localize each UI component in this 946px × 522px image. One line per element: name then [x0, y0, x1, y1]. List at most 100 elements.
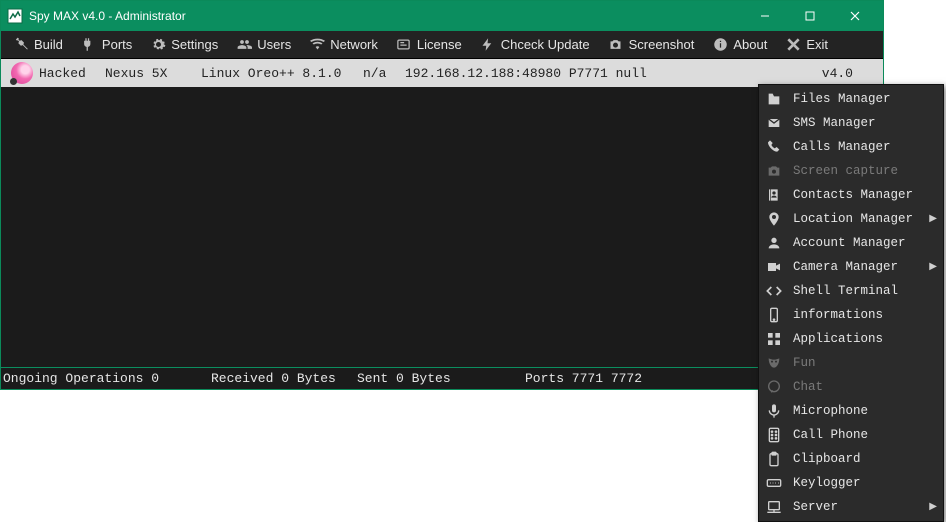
- contact-icon: [765, 186, 783, 204]
- menu-item-label: Call Phone: [793, 428, 868, 442]
- menu-item-clipboard[interactable]: Clipboard: [759, 447, 943, 471]
- device-model: Nexus 5X: [105, 66, 195, 81]
- toolbar-settings[interactable]: Settings: [142, 34, 226, 56]
- toolbar-label: Chceck Update: [501, 37, 590, 52]
- location-icon: [765, 210, 783, 228]
- menu-item-screen-capture: Screen capture: [759, 159, 943, 183]
- toolbar-network[interactable]: Network: [301, 34, 386, 56]
- toolbar-label: About: [733, 37, 767, 52]
- menu-item-chat: Chat: [759, 375, 943, 399]
- toolbar-label: Ports: [102, 37, 132, 52]
- device-icon: [765, 306, 783, 324]
- camera-icon: [608, 37, 624, 53]
- menu-item-label: Files Manager: [793, 92, 891, 106]
- device-list: Hacked Nexus 5X Linux Oreo++ 8.1.0 n/a 1…: [1, 59, 883, 87]
- device-os: Linux Oreo++ 8.1.0: [201, 66, 357, 81]
- menu-item-label: Shell Terminal: [793, 284, 898, 298]
- menu-item-contacts-manager[interactable]: Contacts Manager: [759, 183, 943, 207]
- menu-item-call-phone[interactable]: Call Phone: [759, 423, 943, 447]
- maximize-button[interactable]: [787, 1, 832, 31]
- menu-item-applications[interactable]: Applications: [759, 327, 943, 351]
- menu-item-camera-manager[interactable]: Camera Manager▶: [759, 255, 943, 279]
- toolbar-build[interactable]: Build: [5, 34, 71, 56]
- menu-item-fun: Fun: [759, 351, 943, 375]
- menu-item-microphone[interactable]: Microphone: [759, 399, 943, 423]
- menu-item-label: Location Manager: [793, 212, 913, 226]
- video-icon: [765, 258, 783, 276]
- code-icon: [765, 282, 783, 300]
- status-recv: Received 0 Bytes: [211, 371, 357, 386]
- titlebar: Spy MAX v4.0 - Administrator: [1, 1, 883, 31]
- toolbar-exit[interactable]: Exit: [777, 34, 836, 56]
- main-area: [1, 87, 883, 367]
- person-icon: [765, 234, 783, 252]
- menu-item-label: Keylogger: [793, 476, 861, 490]
- mask-icon: [765, 354, 783, 372]
- clip-icon: [765, 450, 783, 468]
- device-row[interactable]: Hacked Nexus 5X Linux Oreo++ 8.1.0 n/a 1…: [1, 59, 883, 87]
- gear-icon: [150, 37, 166, 53]
- menu-item-location-manager[interactable]: Location Manager ▶: [759, 207, 943, 231]
- toolbar-update[interactable]: Chceck Update: [472, 34, 598, 56]
- chevron-right-icon: ▶: [929, 501, 937, 513]
- menu-item-sms-manager[interactable]: SMS Manager: [759, 111, 943, 135]
- close-button[interactable]: [832, 1, 877, 31]
- menu-item-server[interactable]: Server ▶: [759, 495, 943, 519]
- toolbar-license[interactable]: License: [388, 34, 470, 56]
- device-name: Hacked: [39, 66, 99, 81]
- app-window: Spy MAX v4.0 - Administrator Build Ports…: [0, 0, 884, 390]
- window-controls: [742, 1, 877, 31]
- close-icon: [785, 37, 801, 53]
- minimize-button[interactable]: [742, 1, 787, 31]
- menu-item-account-manager[interactable]: Account Manager: [759, 231, 943, 255]
- menu-item-label: SMS Manager: [793, 116, 876, 130]
- server-icon: [765, 498, 783, 516]
- menu-item-label: Clipboard: [793, 452, 861, 466]
- toolbar-label: Build: [34, 37, 63, 52]
- menu-item-label: Microphone: [793, 404, 868, 418]
- status-ongoing: Ongoing Operations 0: [1, 371, 211, 386]
- device-ver: v4.0: [822, 66, 853, 81]
- bolt-icon: [480, 37, 496, 53]
- wrench-icon: [13, 37, 29, 53]
- toolbar-users[interactable]: Users: [228, 34, 299, 56]
- toolbar-label: Exit: [806, 37, 828, 52]
- wifi-icon: [309, 37, 325, 53]
- context-menu: Files Manager SMS Manager Calls Manager Scr…: [758, 84, 944, 522]
- folder-icon: [765, 90, 783, 108]
- menu-item-label: Server: [793, 500, 838, 514]
- toolbar-screenshot[interactable]: Screenshot: [600, 34, 703, 56]
- toolbar-about[interactable]: About: [704, 34, 775, 56]
- menu-item-label: Calls Manager: [793, 140, 891, 154]
- menu-item-label: informations: [793, 308, 883, 322]
- status-sent: Sent 0 Bytes: [357, 371, 525, 386]
- chat-icon: [765, 378, 783, 396]
- phone-icon: [765, 138, 783, 156]
- toolbar-ports[interactable]: Ports: [73, 34, 140, 56]
- menu-item-keylogger[interactable]: Keylogger: [759, 471, 943, 495]
- toolbar-label: Settings: [171, 37, 218, 52]
- menu-item-informations[interactable]: informations: [759, 303, 943, 327]
- menu-item-calls-manager[interactable]: Calls Manager: [759, 135, 943, 159]
- avatar-icon: [11, 62, 33, 84]
- mic-icon: [765, 402, 783, 420]
- toolbar-label: Users: [257, 37, 291, 52]
- menu-item-label: Account Manager: [793, 236, 906, 250]
- menu-item-label: Applications: [793, 332, 883, 346]
- menu-item-label: Fun: [793, 356, 816, 370]
- menu-item-files-manager[interactable]: Files Manager: [759, 87, 943, 111]
- chevron-right-icon: ▶: [929, 261, 937, 273]
- menu-item-label: Chat: [793, 380, 823, 394]
- app-icon: [7, 8, 23, 24]
- license-icon: [396, 37, 412, 53]
- menu-item-shell-terminal[interactable]: Shell Terminal: [759, 279, 943, 303]
- toolbar-label: Network: [330, 37, 378, 52]
- camera-icon: [765, 162, 783, 180]
- mail-icon: [765, 114, 783, 132]
- chevron-right-icon: ▶: [929, 213, 937, 225]
- info-icon: [712, 37, 728, 53]
- dial-icon: [765, 426, 783, 444]
- toolbar-label: License: [417, 37, 462, 52]
- apps-icon: [765, 330, 783, 348]
- plug-icon: [81, 37, 97, 53]
